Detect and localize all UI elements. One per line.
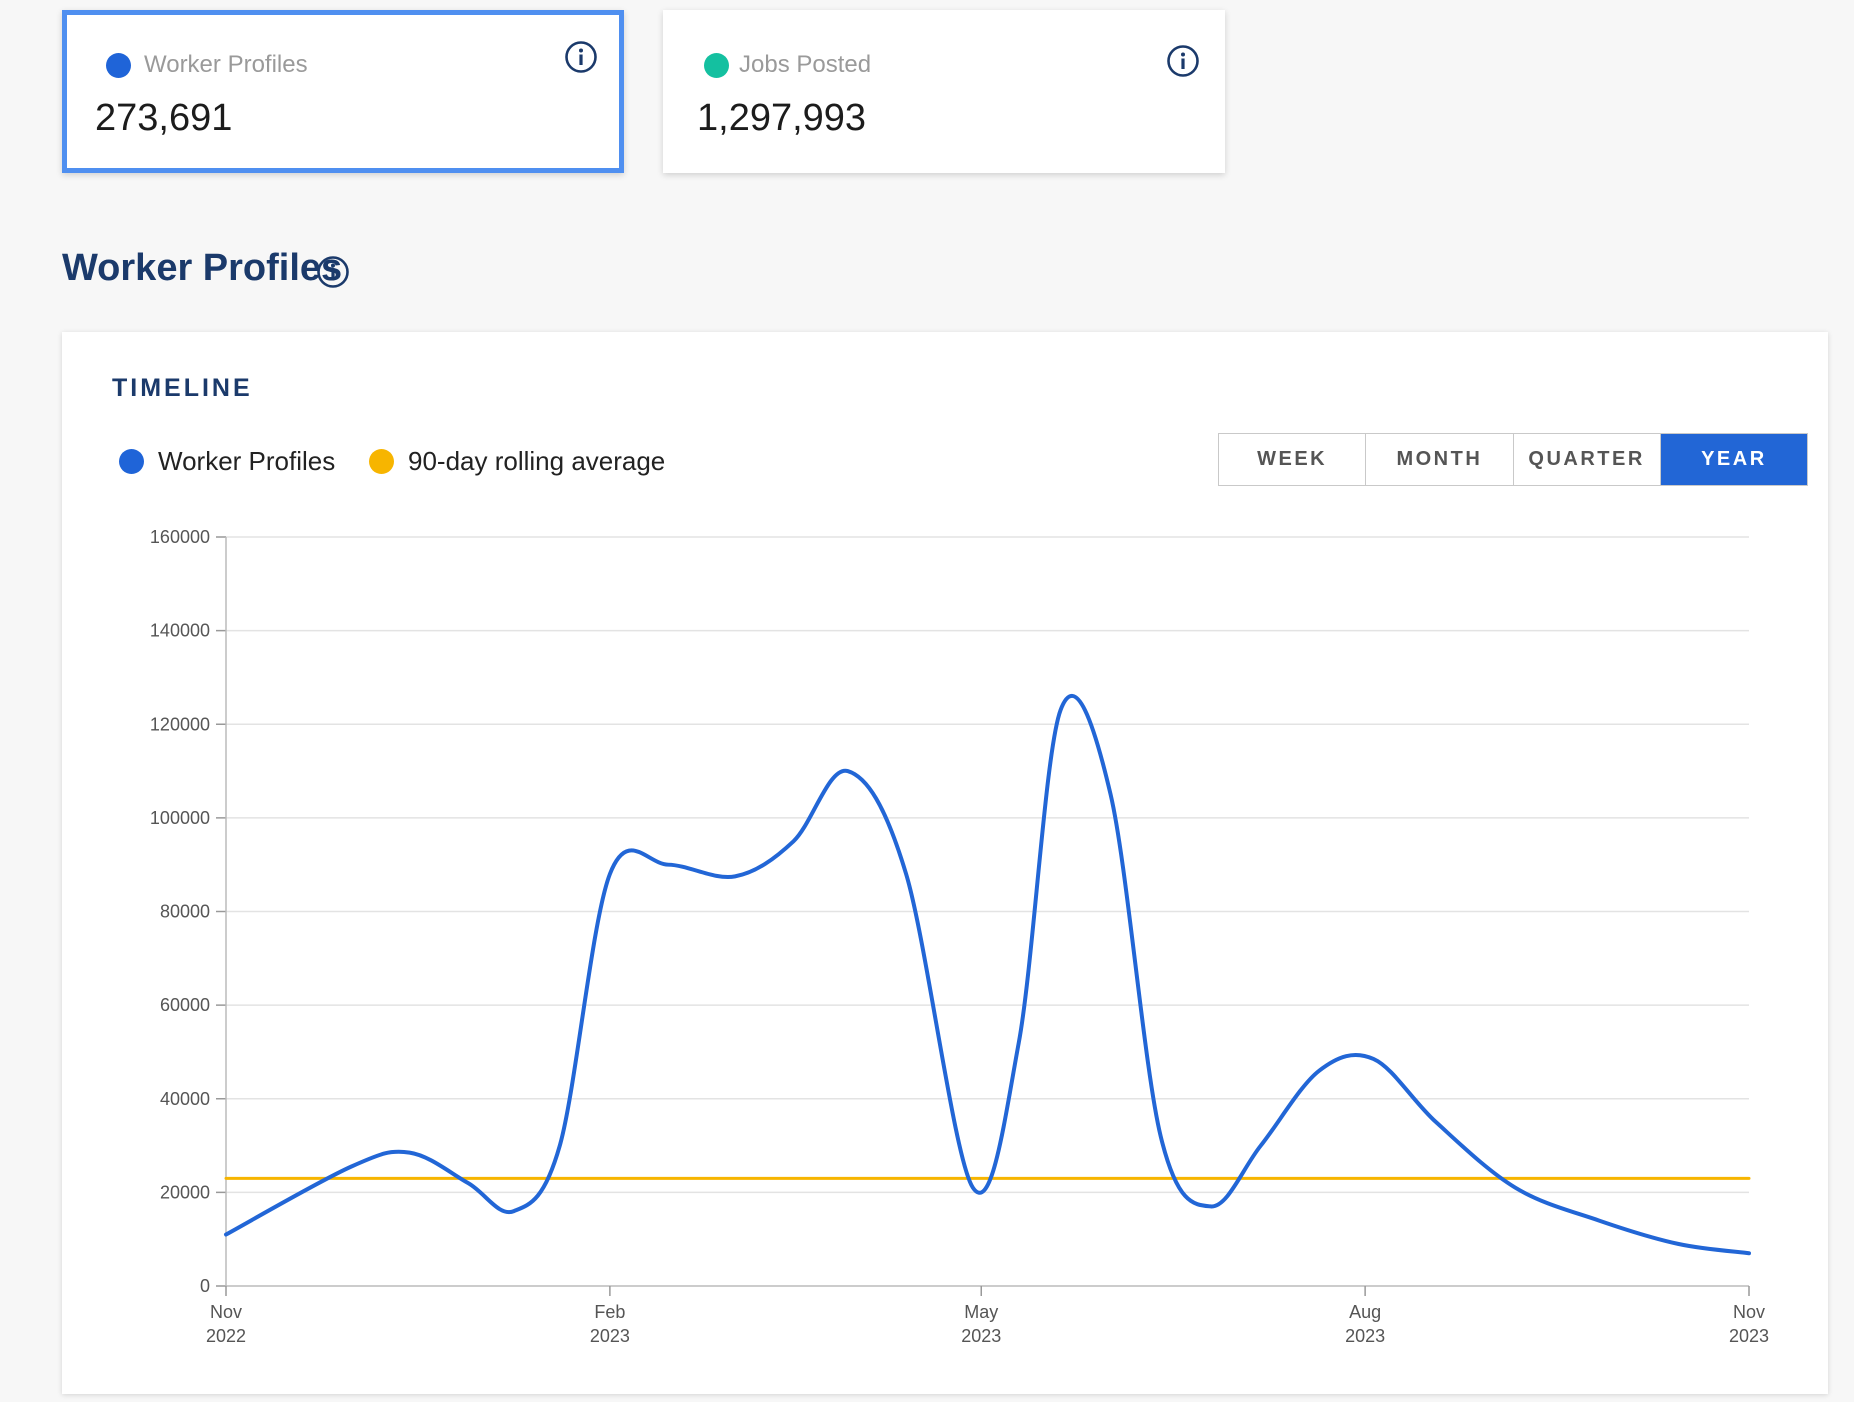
y-tick-label: 40000 [160, 1089, 210, 1109]
y-tick-label: 160000 [150, 527, 210, 547]
info-icon[interactable] [1166, 44, 1200, 78]
timeline-chart: 0 20000 40000 60000 80000 100000 120000 140000 1… [150, 527, 1769, 1346]
x-tick-label: 2023 [590, 1326, 630, 1346]
series-line-worker-profiles [224, 694, 1751, 1256]
x-tick-label: May [964, 1302, 998, 1322]
x-tick-label: Nov [1733, 1302, 1765, 1322]
y-tick-label: 140000 [150, 621, 210, 641]
x-tick-label: Aug [1349, 1302, 1381, 1322]
stat-card-label: Jobs Posted [739, 51, 872, 78]
jobs-posted-dot [704, 53, 729, 78]
page-title: Worker Profiles [62, 247, 342, 290]
info-icon[interactable] [564, 40, 598, 74]
timeline-card: TIMELINE Worker Profiles 90-day rolling … [62, 332, 1828, 1394]
stat-card-jobs-posted[interactable]: Jobs Posted 1,297,993 [663, 10, 1225, 173]
y-tick-label: 20000 [160, 1182, 210, 1202]
x-tick-label: Feb [594, 1302, 625, 1322]
y-tick-label: 80000 [160, 902, 210, 922]
stat-card-label: Worker Profiles [144, 51, 308, 78]
x-tick-label: 2023 [961, 1326, 1001, 1346]
worker-profiles-dot [106, 53, 131, 78]
stat-card-worker-profiles[interactable]: Worker Profiles 273,691 [62, 10, 624, 173]
x-tick-label: 2022 [206, 1326, 246, 1346]
y-tick-label: 120000 [150, 714, 210, 734]
x-tick-label: 2023 [1729, 1326, 1769, 1346]
stat-card-value: 1,297,993 [697, 97, 867, 139]
y-tick-label: 0 [200, 1276, 210, 1296]
x-tick-label: 2023 [1345, 1326, 1385, 1346]
x-tick-label: Nov [210, 1302, 242, 1322]
section-title-text: Worker Profiles [62, 247, 343, 289]
y-tick-label: 60000 [160, 995, 210, 1015]
info-icon[interactable] [316, 255, 350, 289]
stat-card-value: 273,691 [95, 97, 233, 139]
y-tick-label: 100000 [150, 808, 210, 828]
